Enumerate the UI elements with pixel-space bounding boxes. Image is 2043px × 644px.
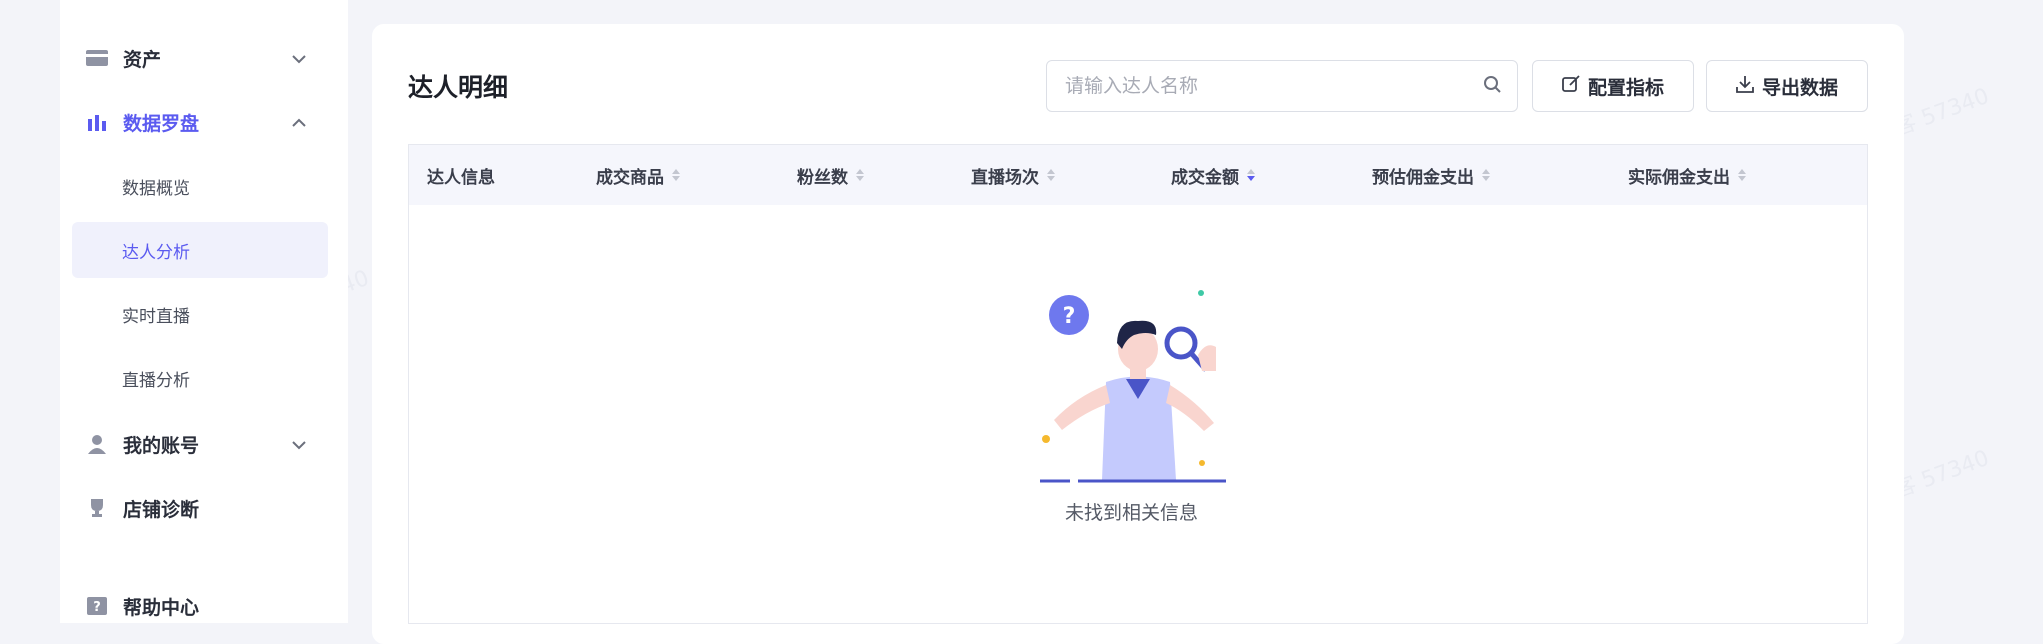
sidebar-group-data-compass[interactable]: 数据罗盘 xyxy=(85,106,199,138)
sidebar-item-realtime-live[interactable]: 实时直播 xyxy=(72,286,328,342)
search-icon[interactable] xyxy=(1483,75,1501,97)
column-header-actual-commission[interactable]: 实际佣金支出 xyxy=(1628,145,1746,205)
sidebar-group-label: 资产 xyxy=(123,48,162,71)
trophy-icon xyxy=(85,496,109,520)
sidebar-group-label: 数据罗盘 xyxy=(123,112,200,135)
sidebar-group-assets[interactable]: 资产 xyxy=(85,42,161,74)
sort-icon[interactable] xyxy=(1247,169,1255,181)
bar-chart-icon xyxy=(85,110,109,134)
sort-icon[interactable] xyxy=(856,169,864,181)
chevron-down-icon[interactable] xyxy=(292,438,306,452)
sort-icon[interactable] xyxy=(1047,169,1055,181)
sort-icon[interactable] xyxy=(1482,169,1490,181)
sidebar-item-data-overview[interactable]: 数据概览 xyxy=(72,158,328,214)
column-header-followers[interactable]: 粉丝数 xyxy=(797,145,864,205)
sort-icon[interactable] xyxy=(672,169,680,181)
config-metrics-button[interactable]: 配置指标 xyxy=(1532,60,1694,112)
chevron-down-icon[interactable] xyxy=(292,52,306,66)
sidebar-group-my-account[interactable]: 我的账号 xyxy=(85,428,199,460)
help-icon: ? xyxy=(85,594,109,618)
svg-text:?: ? xyxy=(1063,304,1076,329)
download-icon xyxy=(1736,75,1754,98)
empty-state-illustration: ? xyxy=(1030,285,1240,485)
column-header-deal-amount[interactable]: 成交金额 xyxy=(1171,145,1255,205)
edit-icon xyxy=(1562,74,1580,98)
sidebar-item-influencer-analysis[interactable]: 达人分析 xyxy=(72,222,328,278)
export-data-label: 导出数据 xyxy=(1761,76,1838,99)
page-title: 达人明细 xyxy=(408,73,509,102)
sidebar-group-label: 店铺诊断 xyxy=(123,498,200,521)
chevron-up-icon[interactable] xyxy=(292,116,306,130)
config-metrics-label: 配置指标 xyxy=(1587,76,1664,99)
sidebar-group-help-center[interactable]: ? 帮助中心 xyxy=(85,590,199,622)
sidebar-group-label: 我的账号 xyxy=(123,434,200,457)
sidebar-group-store-diagnosis[interactable]: 店铺诊断 xyxy=(85,492,199,524)
search-box[interactable] xyxy=(1046,60,1518,112)
column-header-deal-products[interactable]: 成交商品 xyxy=(596,145,680,205)
sidebar-item-live-analysis[interactable]: 直播分析 xyxy=(72,350,328,406)
empty-state-text: 未找到相关信息 xyxy=(1065,502,1199,524)
column-header-live-sessions[interactable]: 直播场次 xyxy=(971,145,1055,205)
user-icon xyxy=(85,432,109,456)
column-header-estimated-commission[interactable]: 预估佣金支出 xyxy=(1372,145,1490,205)
column-header-influencer-info: 达人信息 xyxy=(427,167,495,188)
sidebar-group-label: 帮助中心 xyxy=(123,596,200,619)
sort-icon[interactable] xyxy=(1738,169,1746,181)
export-data-button[interactable]: 导出数据 xyxy=(1706,60,1868,112)
search-input[interactable] xyxy=(1063,74,1483,98)
table-header: 达人信息 成交商品 粉丝数 直播场次 成交金额 预估佣金支出 实际佣金支出 xyxy=(409,145,1867,205)
svg-text:?: ? xyxy=(93,600,101,615)
card-icon xyxy=(85,46,109,70)
